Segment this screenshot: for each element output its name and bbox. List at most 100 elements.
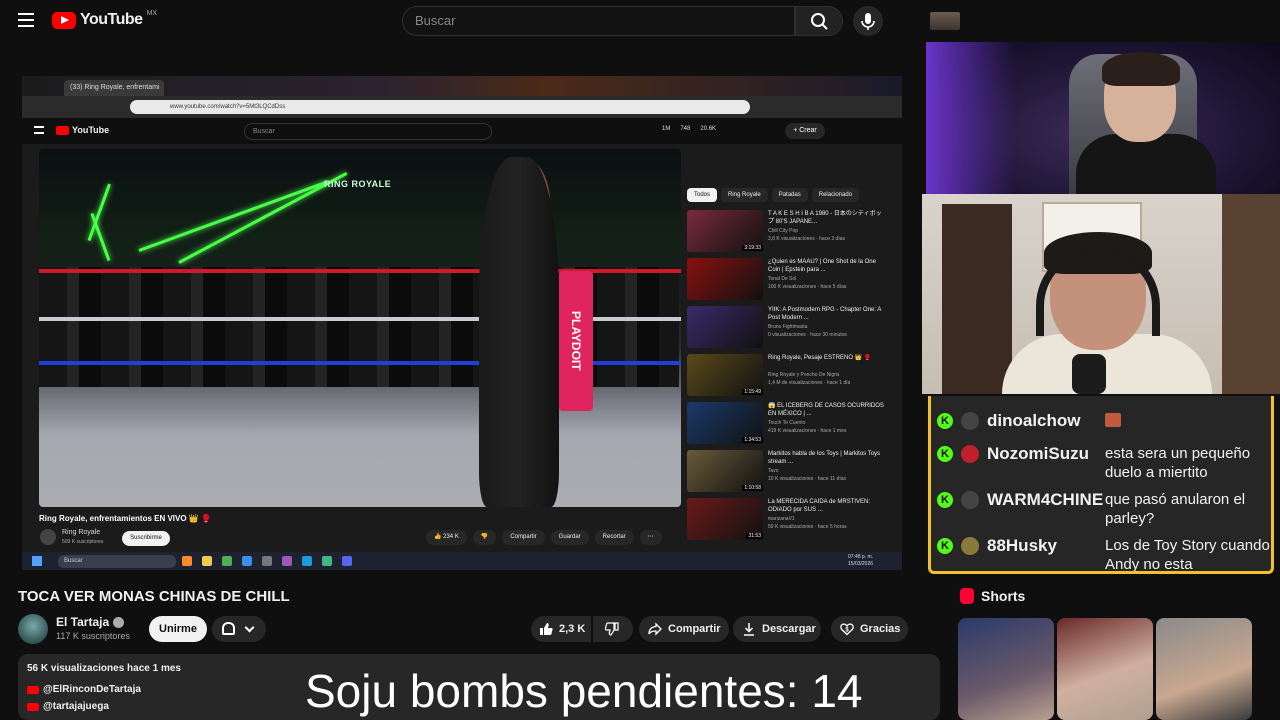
recommendation-title[interactable]: La MERECIDA CAÍDA de MRSTIVEN: ODIADO po… xyxy=(768,498,886,514)
recommendation-title[interactable]: 😱 EL ICEBERG DE CASOS OCURRIDOS EN MÉXIC… xyxy=(768,402,886,418)
inner-youtube-logo[interactable]: YouTube xyxy=(56,125,109,135)
recommendation-title[interactable]: Markitos habla de los Toys | Markitos To… xyxy=(768,450,886,466)
firefox-icon[interactable] xyxy=(182,556,192,566)
inner-video-player[interactable]: RING ROYALE PLAYDOIT xyxy=(39,149,681,507)
youtube-logo[interactable]: YouTube MX xyxy=(52,10,157,29)
steam-icon[interactable] xyxy=(302,556,312,566)
recommendation-item[interactable]: 3:19:33 T A K E S H I B A 1980 - 日本のシティポッ… xyxy=(687,210,887,254)
taskbar-search[interactable]: Buscar xyxy=(58,555,176,568)
inner-share-button[interactable]: Compartir xyxy=(502,530,545,545)
app-icon[interactable] xyxy=(322,556,332,566)
laser-beam xyxy=(178,171,348,264)
short-thumbnail[interactable] xyxy=(1057,618,1153,720)
inner-subscribe-button[interactable]: Suscribirme xyxy=(122,531,170,546)
user-avatar xyxy=(961,491,979,509)
inner-channel-avatar[interactable] xyxy=(40,529,56,545)
address-bar[interactable]: www.youtube.com/watch?v=5Mt3LQCdDss xyxy=(130,100,750,114)
link-text[interactable]: @ElRinconDeTartaja xyxy=(43,684,141,695)
thanks-heart-icon: $ xyxy=(840,623,854,636)
search-input[interactable]: Buscar xyxy=(402,6,795,36)
chat-username[interactable]: dinoalchow xyxy=(987,411,1081,431)
chip-relacionado[interactable]: Relacionado xyxy=(811,188,860,202)
chat-text: Los de Toy Story cuando Andy no esta xyxy=(1105,537,1270,573)
create-button[interactable]: + Crear xyxy=(785,123,825,139)
short-thumbnail[interactable] xyxy=(958,618,1054,720)
inner-dislike-button[interactable]: 👎 xyxy=(472,530,497,545)
youtube-play-icon xyxy=(52,11,76,29)
download-button[interactable]: Descargar xyxy=(733,616,821,642)
join-button[interactable]: Unirme xyxy=(149,616,207,642)
edge-icon[interactable] xyxy=(242,556,252,566)
inner-menu-icon[interactable] xyxy=(34,126,44,134)
windows-taskbar: Buscar 07:48 p. m. 15/03/2026 xyxy=(22,552,902,570)
recommendation-channel[interactable]: manzanaV1 xyxy=(768,516,795,522)
recommendation-title[interactable]: ¿Quien es MAAU? | One Shot de la One Coi… xyxy=(768,258,886,274)
recommendation-thumbnail[interactable] xyxy=(687,306,763,348)
recommendation-channel[interactable]: Bruno Fightmasta xyxy=(768,324,807,330)
inner-clip-button[interactable]: Recortar xyxy=(594,530,634,545)
notifications-button[interactable] xyxy=(212,616,266,642)
video-duration: 31:53 xyxy=(746,533,763,539)
recommendation-channel[interactable]: Ring Royale y Poncho De Nigris xyxy=(768,372,839,378)
inner-logo-text: YouTube xyxy=(72,125,110,135)
inner-like-button[interactable]: 👍 234 K xyxy=(426,530,467,545)
kick-badge-icon: K xyxy=(937,538,953,554)
chip-todos[interactable]: Todos xyxy=(687,188,718,202)
discord-icon[interactable] xyxy=(342,556,352,566)
recommendation-item[interactable]: 1:10:58 Markitos habla de los Toys | Mark… xyxy=(687,450,887,494)
video-duration: 3:19:33 xyxy=(742,245,763,251)
dislike-button[interactable] xyxy=(593,616,633,642)
link-text[interactable]: @tartajajuega xyxy=(43,701,109,712)
thanks-button[interactable]: $ Gracias xyxy=(831,616,908,642)
share-button[interactable]: Compartir xyxy=(639,616,729,642)
search-button[interactable] xyxy=(795,6,843,36)
description-link[interactable]: @tartajajuega xyxy=(27,701,109,712)
chat-username[interactable]: WARM4CHINE xyxy=(987,490,1103,510)
recommendation-views: 10 K visualizaciones · hace 11 días xyxy=(768,476,847,482)
recommendation-thumbnail[interactable] xyxy=(687,258,763,300)
chip-patadas[interactable]: Patadas xyxy=(771,188,808,202)
folder-icon[interactable] xyxy=(202,556,212,566)
youtube-mini-icon xyxy=(27,685,39,694)
purple-light xyxy=(926,42,1016,194)
app-icon[interactable] xyxy=(282,556,292,566)
description-link[interactable]: @ElRinconDeTartaja xyxy=(27,684,141,695)
account-avatar[interactable] xyxy=(930,12,960,30)
door xyxy=(1222,194,1280,394)
voice-search-button[interactable] xyxy=(853,6,883,36)
chat-username[interactable]: NozomiSuzu xyxy=(987,444,1089,464)
short-thumbnail[interactable] xyxy=(1156,618,1252,720)
taskbar-apps xyxy=(182,556,352,566)
recommendation-channel[interactable]: Touch Te Cuento xyxy=(768,420,805,426)
recommendation-chips: Todos Ring Royale Patadas Relacionado xyxy=(687,188,860,202)
inner-save-button[interactable]: Guardar xyxy=(550,530,589,545)
chip-ring-royale[interactable]: Ring Royale xyxy=(721,188,768,202)
recommendation-item[interactable]: 1:15:49 Ring Royale, Pesaje ESTRENO 👑 🥊 Ri… xyxy=(687,354,887,398)
chrome-icon[interactable] xyxy=(222,556,232,566)
channel-name-row[interactable]: El Tartaja xyxy=(56,615,125,629)
recommendation-title[interactable]: T A K E S H I B A 1980 - 日本のシティポップ 80'S … xyxy=(768,210,886,226)
inner-more-button[interactable]: ⋯ xyxy=(639,530,662,545)
recommendation-item[interactable]: ¿Quien es MAAU? | One Shot de la One Coi… xyxy=(687,258,887,302)
inner-search-input[interactable]: Buscar xyxy=(244,123,492,140)
obs-icon[interactable] xyxy=(262,556,272,566)
like-button[interactable]: 2,3 K xyxy=(531,616,591,642)
channel-name[interactable]: El Tartaja xyxy=(56,615,109,629)
chevron-down-icon xyxy=(244,622,255,633)
inner-actions: 👍 234 K 👎 Compartir Guardar Recortar ⋯ xyxy=(426,530,662,545)
recommendation-item[interactable]: YIIK: A Postmodern RPG - Chapter One: A … xyxy=(687,306,887,350)
recommendation-channel[interactable]: Tavo xyxy=(768,468,779,474)
channel-avatar[interactable] xyxy=(18,614,48,644)
recommendation-title[interactable]: Ring Royale, Pesaje ESTRENO 👑 🥊 xyxy=(768,354,886,362)
recommendation-views: 3,8 K visualizaciones · hace 3 días xyxy=(768,236,845,242)
recommendation-channel[interactable]: Tonal De Sol xyxy=(768,276,796,282)
recommendation-item[interactable]: 1:34:53 😱 EL ICEBERG DE CASOS OCURRIDOS E… xyxy=(687,402,887,446)
inner-channel-name[interactable]: Ring Royale xyxy=(62,529,100,536)
recommendation-title[interactable]: YIIK: A Postmodern RPG - Chapter One: A … xyxy=(768,306,886,322)
recommendation-item[interactable]: 31:53 La MERECIDA CAÍDA de MRSTIVEN: ODIA… xyxy=(687,498,887,542)
menu-icon[interactable] xyxy=(18,13,34,27)
windows-start-icon[interactable] xyxy=(32,556,42,566)
chat-username[interactable]: 88Husky xyxy=(987,536,1057,556)
browser-tab[interactable]: (33) Ring Royale, enfrentami xyxy=(64,80,164,96)
recommendation-channel[interactable]: Chill City Pop xyxy=(768,228,798,234)
